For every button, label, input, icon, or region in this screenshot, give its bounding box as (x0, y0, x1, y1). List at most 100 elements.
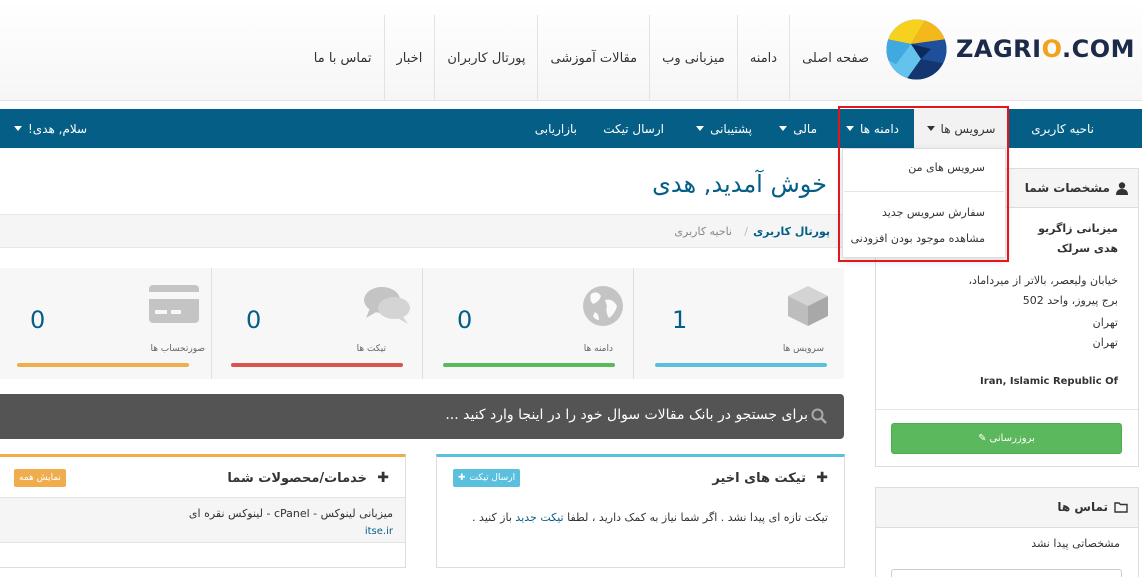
breadcrumb-separator: / (744, 225, 748, 238)
profile-name: هدی سرلک (1057, 242, 1118, 255)
nav-open-ticket[interactable]: ارسال تیکت (603, 109, 664, 148)
nav-support-label: پشتیبانی (710, 121, 752, 136)
profile-panel-title: مشخصات شما (1024, 181, 1110, 195)
stat-label-tickets: تیکت ها (356, 344, 386, 354)
stat-tile-invoices[interactable]: 0 صورتحساب ها (0, 268, 211, 379)
tickets-panel-title: تیکت های اخیر (712, 471, 806, 486)
dropdown-order-new-service[interactable]: سفارش سرویس جدید (882, 206, 985, 219)
nav-user-menu[interactable]: سلام, هدی! (14, 109, 87, 148)
main-nav: ناحیه کاربری سرویس ها دامنه ها مالی پشتی… (0, 109, 1142, 148)
contacts-panel-heading: تماس ها (876, 488, 1138, 528)
search-icon (811, 408, 827, 424)
profile-address1: خیابان ولیعصر، بالاتر از میرداماد، (968, 274, 1118, 287)
credit-card-icon (149, 285, 199, 323)
update-profile-button[interactable]: بروزرسانی ✎ (891, 423, 1122, 454)
nav-services[interactable]: سرویس ها (914, 109, 1008, 148)
stat-bar-invoices (17, 363, 189, 367)
top-nav-home[interactable]: صفحه اصلی (789, 15, 881, 101)
nav-services-label: سرویس ها (940, 121, 996, 136)
plus-icon: ✚ (377, 470, 389, 486)
profile-country: Iran, Islamic Republic Of (980, 376, 1118, 387)
product-list-item[interactable]: میزبانی لینوکس - cPanel - لینوکس نقره ای… (0, 497, 405, 543)
stat-bar-services (655, 363, 827, 367)
stat-label-services: سرویس ها (782, 344, 824, 354)
nav-domains-label: دامنه ها (860, 121, 899, 136)
nav-billing-label: مالی (793, 121, 817, 136)
breadcrumb: پورتال کاربری / ناحیه کاربری (0, 214, 844, 248)
top-nav-client-portal[interactable]: پورتال کاربران (434, 15, 537, 101)
stat-label-invoices: صورتحساب ها (150, 344, 205, 354)
top-header: ZAGRIO.COM صفحه اصلی دامنه میزبانی وب مق… (0, 0, 1142, 101)
stat-tile-domains[interactable]: 0 دامنه ها (422, 268, 633, 379)
products-panel: ✚ خدمات/محصولات شما نمایش همه میزبانی لی… (0, 454, 406, 568)
cube-icon (788, 286, 828, 326)
top-nav-hosting[interactable]: میزبانی وب (649, 15, 737, 101)
breadcrumb-portal[interactable]: پورتال کاربری (753, 225, 830, 238)
product-name: میزبانی لینوکس - cPanel - لینوکس نقره ای (188, 507, 393, 520)
stat-value-domains: 0 (457, 306, 473, 334)
tickets-message-start: تیکت تازه ای پیدا نشد . اگر شما نیاز به … (567, 511, 828, 524)
stat-value-invoices: 0 (30, 306, 46, 334)
tickets-message-end: باز کنید . (472, 511, 512, 524)
contacts-panel: تماس ها مشخصاتی پیدا نشد (875, 487, 1139, 577)
profile-company: میزبانی زاگریو (1038, 222, 1118, 235)
dropdown-divider (844, 191, 1004, 192)
profile-city: تهران (1092, 316, 1118, 329)
nav-support[interactable]: پشتیبانی (696, 109, 752, 148)
pencil-icon: ✎ (978, 433, 987, 444)
kb-search-bar[interactable]: برای جستجو در بانک مقالات سوال خود را در… (0, 394, 844, 439)
dropdown-my-services[interactable]: سرویس های من (908, 161, 985, 174)
products-panel-title: خدمات/محصولات شما (227, 471, 367, 486)
open-ticket-button-label: ارسال تیکت (469, 473, 516, 483)
stat-label-domains: دامنه ها (583, 344, 613, 354)
stat-tile-tickets[interactable]: 0 تیکت ها (211, 268, 422, 379)
stat-value-tickets: 0 (246, 306, 262, 334)
top-nav: صفحه اصلی دامنه میزبانی وب مقالات آموزشی… (302, 15, 881, 101)
kb-search-placeholder: برای جستجو در بانک مقالات سوال خود را در… (445, 407, 808, 423)
profile-address2: برج پیروز، واحد 502 (1022, 294, 1118, 307)
recent-tickets-panel: ✚ تیکت های اخیر ارسال تیکت ✚ تیکت تازه ای… (436, 454, 845, 568)
chevron-down-icon (696, 126, 705, 131)
stat-tile-services[interactable]: 1 سرویس ها (633, 268, 844, 379)
logo-mark-icon (886, 19, 947, 80)
product-domain: itse.ir (364, 526, 393, 537)
open-ticket-button[interactable]: ارسال تیکت ✚ (453, 469, 521, 487)
globe-icon (583, 286, 623, 326)
plus-icon: ✚ (458, 473, 466, 483)
top-nav-news[interactable]: اخبار (383, 15, 435, 101)
comments-icon (364, 287, 410, 324)
contacts-panel-title: تماس ها (1057, 500, 1108, 514)
nav-affiliates[interactable]: بازاریابی (535, 109, 577, 148)
tickets-empty-message: تیکت تازه ای پیدا نشد . اگر شما نیاز به … (472, 511, 828, 524)
view-all-button[interactable]: نمایش همه (14, 469, 67, 487)
chevron-down-icon (14, 126, 22, 131)
stats-row: 1 سرویس ها 0 دامنه ها 0 تیکت ها 0 صورتحس… (0, 268, 844, 379)
folder-icon (1114, 502, 1128, 513)
site-logo[interactable]: ZAGRIO.COM (886, 19, 1136, 81)
new-ticket-link[interactable]: تیکت جدید (515, 511, 563, 524)
stat-value-services: 1 (672, 306, 688, 334)
breadcrumb-current: ناحیه کاربری (674, 225, 732, 238)
services-dropdown-menu: سرویس های من سفارش سرویس جدید مشاهده موج… (842, 148, 1006, 258)
top-nav-domain[interactable]: دامنه (736, 15, 789, 101)
logo-text: ZAGRIO.COM (956, 35, 1135, 63)
nav-domains[interactable]: دامنه ها (846, 109, 899, 148)
user-icon (1116, 182, 1128, 195)
nav-client-area[interactable]: ناحیه کاربری (1031, 109, 1094, 148)
profile-divider (876, 409, 1138, 410)
nav-user-label: سلام, هدی! (28, 121, 88, 136)
new-contact-button[interactable] (891, 569, 1122, 577)
stat-bar-tickets (231, 363, 403, 367)
chevron-down-icon (779, 126, 788, 131)
chevron-down-icon (926, 126, 935, 131)
dropdown-view-addons[interactable]: مشاهده موجود بودن افزودنی (851, 232, 985, 245)
page-title: خوش آمدید, هدی (652, 170, 827, 198)
update-profile-label: بروزرسانی (989, 433, 1035, 444)
top-nav-contact[interactable]: تماس با ما (302, 15, 384, 101)
contacts-empty: مشخصاتی پیدا نشد (1031, 537, 1120, 550)
profile-state: تهران (1092, 336, 1118, 349)
top-nav-articles[interactable]: مقالات آموزشی (537, 15, 649, 101)
chevron-down-icon (846, 126, 855, 131)
nav-billing[interactable]: مالی (779, 109, 817, 148)
plus-icon: ✚ (816, 470, 828, 486)
